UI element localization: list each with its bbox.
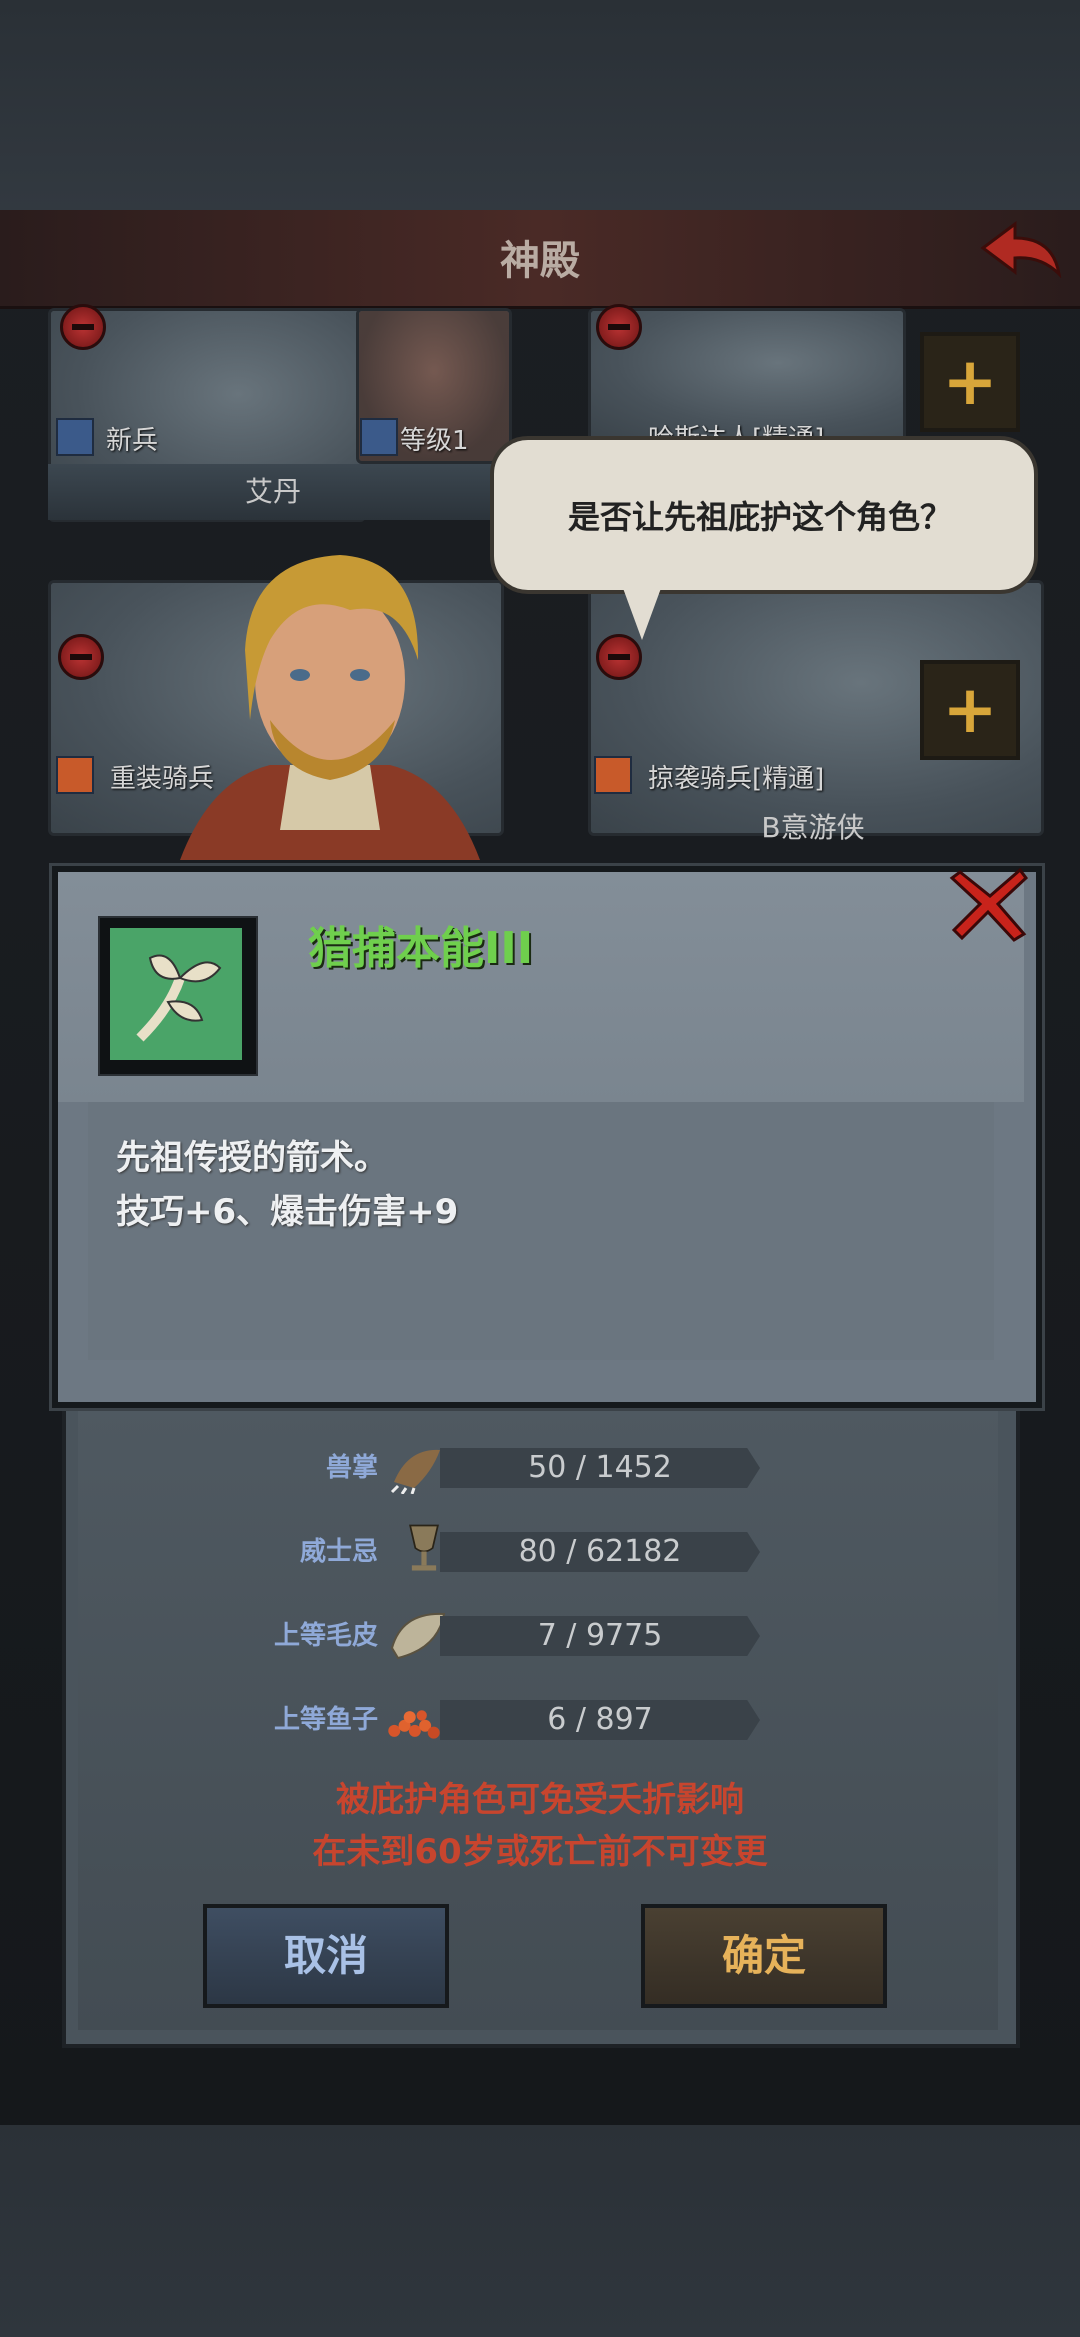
speech-bubble-tail — [620, 580, 664, 640]
resource-name: 上等鱼子 — [273, 1705, 378, 1735]
top-backdrop — [0, 0, 1080, 210]
class-icon — [56, 756, 94, 794]
resource-value: 6 / 897 — [547, 1702, 653, 1737]
resource-name: 兽掌 — [325, 1453, 378, 1483]
resource-name: 上等毛皮 — [273, 1621, 378, 1651]
plus-icon: + — [942, 671, 998, 748]
remove-icon[interactable] — [58, 634, 104, 680]
back-arrow-icon[interactable] — [975, 218, 1065, 288]
page-title: 神殿 — [500, 238, 580, 284]
ancestor-portrait — [180, 555, 480, 860]
sword-icon — [56, 418, 94, 456]
plus-icon: + — [942, 343, 998, 420]
resource-row: 上等鱼子 6 / 897 — [0, 1690, 1080, 1750]
speech-text: 是否让先祖庇护这个角色？ — [567, 498, 952, 536]
roe-icon — [388, 1710, 440, 1739]
resource-row: 威士忌 80 / 62182 — [0, 1522, 1080, 1582]
resource-value: 80 / 62182 — [518, 1534, 682, 1569]
skill-description: 先祖传授的箭术。 — [116, 1138, 388, 1178]
add-hero-slot[interactable]: + — [920, 660, 1020, 760]
confirm-button[interactable]: 确定 — [641, 1904, 887, 2008]
claw-icon — [390, 1449, 440, 1494]
class-icon — [594, 756, 632, 794]
add-hero-slot[interactable]: + — [920, 332, 1020, 432]
remove-icon[interactable] — [596, 634, 642, 680]
warning-line: 在未到60岁或死亡前不可变更 — [312, 1832, 768, 1872]
cancel-button[interactable]: 取消 — [203, 1904, 449, 2008]
close-icon[interactable] — [948, 862, 1032, 946]
fur-icon — [390, 1612, 446, 1660]
bottom-backdrop — [0, 2125, 1080, 2337]
remove-icon[interactable] — [60, 304, 106, 350]
hero-class-label: 掠袭骑兵[精通] — [648, 764, 825, 794]
hero-rank-label: 新兵 — [106, 426, 159, 456]
leaf-branch-icon — [110, 928, 242, 1060]
warning-line: 被庇护角色可免受夭折影响 — [336, 1780, 744, 1820]
remove-icon[interactable] — [596, 304, 642, 350]
resource-row: 上等毛皮 7 / 9775 — [0, 1606, 1080, 1666]
resource-value: 50 / 1452 — [528, 1450, 672, 1485]
resource-name: 威士忌 — [299, 1537, 378, 1567]
hero-level-label: 等级1 — [400, 426, 469, 456]
sword-icon — [360, 418, 398, 456]
skill-effect: 技巧+6、爆击伤害+9 — [116, 1192, 459, 1232]
resource-value: 7 / 9775 — [537, 1618, 663, 1653]
hero-name-bar: 艾丹 — [48, 464, 498, 520]
resource-row: 兽掌 50 / 1452 — [0, 1438, 1080, 1498]
hero-name-bar: B意游侠 — [761, 811, 865, 844]
skill-title: 猎捕本能III — [308, 923, 534, 974]
